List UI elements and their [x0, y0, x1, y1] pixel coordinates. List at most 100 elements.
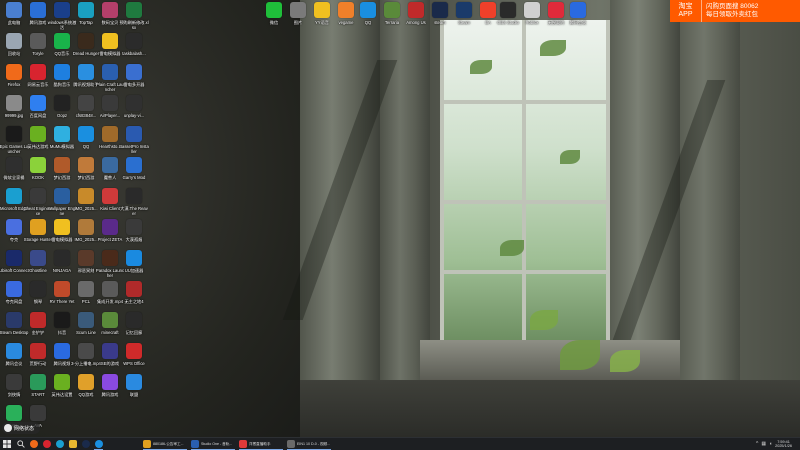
app-icon — [102, 188, 118, 204]
app-icon — [6, 64, 22, 80]
app-icon — [102, 64, 118, 80]
app-icon — [6, 405, 22, 421]
taskbar: 880186-公告审工... Studio One - 音轨... 洋葱直播助手 EI… — [0, 437, 800, 450]
qq-icon — [94, 440, 103, 448]
app-icon — [54, 281, 70, 297]
app-icon — [126, 219, 142, 235]
app-icon — [54, 312, 70, 328]
app-icon — [54, 157, 70, 173]
desktop-icon[interactable]: Garry's Mod — [122, 157, 146, 180]
desktop-icon[interactable]: 预购刷新修改.xlsx — [119, 2, 149, 30]
taskbar-edge[interactable] — [53, 438, 66, 450]
desktop-icon[interactable]: 雷电多开器 — [122, 64, 146, 87]
taobao-ad-banner[interactable]: 淘宝 APP 闪购页面搜 80062 每日领取外卖红包 — [670, 0, 800, 22]
app-icon — [54, 126, 70, 142]
taskbar-window-button[interactable]: 洋葱直播助手 — [237, 438, 285, 450]
desktop-icon[interactable]: Epic Games Launcher — [0, 126, 28, 154]
app-icon — [432, 2, 448, 18]
app-icon — [6, 126, 22, 142]
taskbar-window-button[interactable]: Studio One - 音轨... — [189, 438, 237, 450]
music-icon — [42, 440, 51, 448]
search-button[interactable] — [14, 438, 27, 450]
taskbar-window-button[interactable]: EIN1 10 D-0 - 视频... — [285, 438, 333, 450]
app-icon — [126, 64, 142, 80]
network-icon[interactable]: ▦ — [761, 441, 766, 447]
desktop-icon[interactable]: 联盟 — [122, 374, 146, 397]
taskbar-firefox[interactable] — [27, 438, 40, 450]
app-icon — [126, 188, 142, 204]
desktop-icon[interactable]: 大漠.The Reaver — [120, 188, 148, 216]
app-icon — [126, 250, 142, 266]
clock[interactable]: 7:59:41 2025/1/26 — [775, 440, 796, 449]
desktop-icon-label: 大漠孤烟 — [125, 237, 143, 242]
ad-brand-line1: 淘宝 — [678, 3, 693, 10]
taskbar-qq[interactable] — [92, 438, 105, 450]
app-icon — [54, 95, 70, 111]
desktop-icon[interactable]: WPS Office — [122, 343, 146, 366]
taskbar-qqmusic[interactable] — [40, 438, 53, 450]
desktop-icon-label: 预购刷新修改.xlsx — [119, 20, 149, 30]
app-icon — [30, 64, 46, 80]
app-icon — [6, 374, 22, 390]
taskbar-window-button[interactable]: 880186-公告审工... — [141, 438, 189, 450]
app-icon — [78, 157, 94, 173]
folder-icon — [68, 440, 77, 448]
desktop-icon[interactable]: windows系统激活 — [48, 2, 76, 30]
wallpaper-window-sill — [420, 340, 680, 380]
volume-icon[interactable]: ◖ — [769, 441, 772, 447]
ad-text: 闪购页面搜 80062 每日领取外卖红包 — [702, 0, 800, 22]
app-icon — [54, 374, 70, 390]
desktop-icon[interactable]: Wallpaper Engine — [48, 188, 76, 216]
app-icon — [500, 2, 516, 18]
window-app-icon — [239, 440, 247, 448]
status-pill-label: 网络状态 — [14, 425, 35, 432]
app-icon — [126, 343, 142, 359]
app-icon — [456, 2, 472, 18]
desktop-icon[interactable]: 腾讯会议 — [566, 2, 590, 25]
app-icon — [54, 33, 70, 49]
desktop-icon[interactable]: Plain Craft Launcher — [96, 64, 124, 92]
app-icon — [30, 157, 46, 173]
system-tray: ^ ▦ ◖ 7:59:41 2025/1/26 — [756, 438, 800, 450]
app-icon — [30, 374, 46, 390]
app-icon — [78, 126, 94, 142]
desktop-status-pill[interactable]: 网络状态 — [2, 422, 41, 434]
desktop-icon[interactable]: Paradox Launcher — [96, 250, 124, 278]
taskbar-steam[interactable] — [79, 438, 92, 450]
app-icon — [126, 2, 142, 18]
app-icon — [126, 95, 142, 111]
app-icon — [30, 2, 46, 18]
app-icon — [102, 157, 118, 173]
start-button[interactable] — [0, 438, 14, 450]
desktop-icon[interactable]: 大漠孤烟 — [122, 219, 146, 242]
desktop-icon[interactable]: taskbalash... — [122, 33, 146, 56]
chevron-up-icon[interactable]: ^ — [756, 441, 758, 447]
desktop-icon[interactable]: BassetPro Installer — [119, 126, 149, 154]
edge-icon — [55, 440, 64, 448]
app-icon — [6, 343, 22, 359]
app-icon — [78, 64, 94, 80]
app-icon — [30, 312, 46, 328]
app-icon — [30, 219, 46, 235]
wallpaper-window-frame — [440, 100, 610, 104]
app-icon — [6, 188, 22, 204]
wallpaper-leaf — [560, 150, 580, 164]
desktop-icon[interactable]: UU加速器 — [122, 250, 146, 273]
search-icon — [16, 440, 25, 448]
desktop-icon[interactable]: unplay-vi... — [122, 95, 146, 118]
app-icon — [102, 126, 118, 142]
app-icon — [102, 250, 118, 266]
windows-logo-icon — [3, 440, 11, 448]
taskbar-explorer[interactable] — [66, 438, 79, 450]
desktop-icon-label: UU加速器 — [124, 268, 144, 273]
wallpaper-window-frame — [440, 200, 610, 204]
desktop-icon[interactable]: 无主之地4 — [122, 281, 146, 304]
app-icon — [266, 2, 282, 18]
app-icon — [6, 95, 22, 111]
ad-brand-line2: APP — [678, 11, 693, 18]
desktop-icon[interactable]: 记忆回廊 — [122, 312, 146, 335]
app-icon — [102, 312, 118, 328]
app-icon — [6, 2, 22, 18]
desktop-icon-label: taskbalash... — [122, 51, 146, 56]
app-icon — [78, 33, 94, 49]
